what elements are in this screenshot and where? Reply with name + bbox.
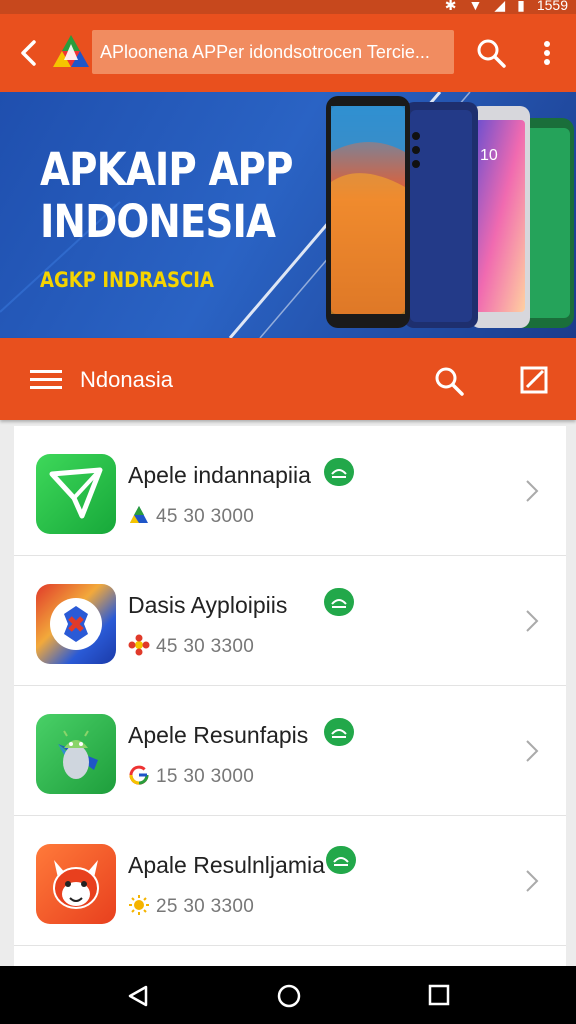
address-bar[interactable]: APloonena APPer idondsotrocen Tercie...: [92, 30, 454, 74]
edit-icon[interactable]: [518, 364, 550, 396]
system-nav-bar: [0, 966, 576, 1024]
signal-icon: ◢: [494, 0, 506, 13]
list-item[interactable]: Dasis Ayploipiis 45 30 3300: [14, 556, 566, 686]
nav-recents-icon[interactable]: [428, 984, 450, 1006]
app-meta: 25 30 3300: [156, 896, 255, 917]
list-item[interactable]: Apele Resunfapis 15 30 3000: [14, 686, 566, 816]
banner-title-line2: INDONESIA: [40, 195, 276, 248]
app-name: Apale Resulnljamia: [128, 852, 325, 878]
app-list: Apele indannapiia 45 30 3000 Dasis Ayplo…: [14, 426, 566, 966]
more-options-icon[interactable]: [536, 36, 558, 70]
sun-icon: [128, 894, 150, 916]
app-name: Dasis Ayploipiis: [128, 592, 288, 618]
nav-home-icon[interactable]: [276, 983, 302, 1009]
chevron-right-icon: [524, 868, 540, 894]
chevron-right-icon: [524, 738, 540, 764]
badge-icon: [324, 718, 354, 746]
fox-app-icon: [36, 844, 116, 924]
wifi-icon: ▼: [468, 0, 483, 13]
drive-icon: [128, 504, 150, 526]
app-name: Apele indannapiia: [128, 462, 311, 488]
nav-back-icon[interactable]: [126, 984, 150, 1008]
hamburger-menu-icon[interactable]: [30, 368, 64, 392]
address-text: APloonena APPer idondsotrocen Tercie...: [100, 42, 430, 62]
status-bar: ✱ ▼ ◢ ▮ 1559: [0, 0, 576, 14]
swirl-app-icon: [36, 584, 116, 664]
promo-banner[interactable]: APKAIP APP INDONESIA AGKP INDRASCIA 10: [0, 92, 576, 338]
phone-screen-text: 10: [480, 147, 498, 164]
chevron-right-icon: [524, 478, 540, 504]
list-item[interactable]: Apele indannapiia 45 30 3000: [14, 426, 566, 556]
banner-subtitle: AGKP INDRASCIA: [40, 268, 214, 292]
bluetooth-icon: ✱: [444, 0, 457, 13]
banner-title-line1: APKAIP APP: [40, 143, 293, 196]
badge-icon: [326, 846, 356, 874]
banner-title: APKAIP APP INDONESIA: [40, 144, 293, 248]
back-arrow-icon[interactable]: [14, 36, 46, 70]
badge-icon: [324, 588, 354, 616]
badge-icon: [324, 458, 354, 486]
android-robot-app-icon: [36, 714, 116, 794]
app-meta: 45 30 3000: [156, 506, 255, 527]
paper-plane-app-icon: [36, 454, 116, 534]
section-title: Ndonasia: [80, 367, 173, 392]
chevron-right-icon: [524, 608, 540, 634]
list-item[interactable]: Apale Resulnljamia 25 30 3300: [14, 816, 566, 946]
search-icon[interactable]: [432, 364, 466, 398]
app-name: Apele Resunfapis: [128, 722, 309, 748]
app-logo: [50, 32, 92, 72]
section-toolbar: Ndonasia: [0, 338, 576, 420]
search-icon[interactable]: [474, 36, 508, 70]
battery-icon: ▮: [517, 0, 525, 13]
flower-icon: [128, 634, 150, 656]
google-icon: [128, 764, 150, 786]
status-time: 1559: [536, 0, 568, 13]
app-meta: 45 30 3300: [156, 636, 255, 657]
app-bar: APloonena APPer idondsotrocen Tercie...: [0, 14, 576, 92]
app-meta: 15 30 3000: [156, 766, 255, 787]
